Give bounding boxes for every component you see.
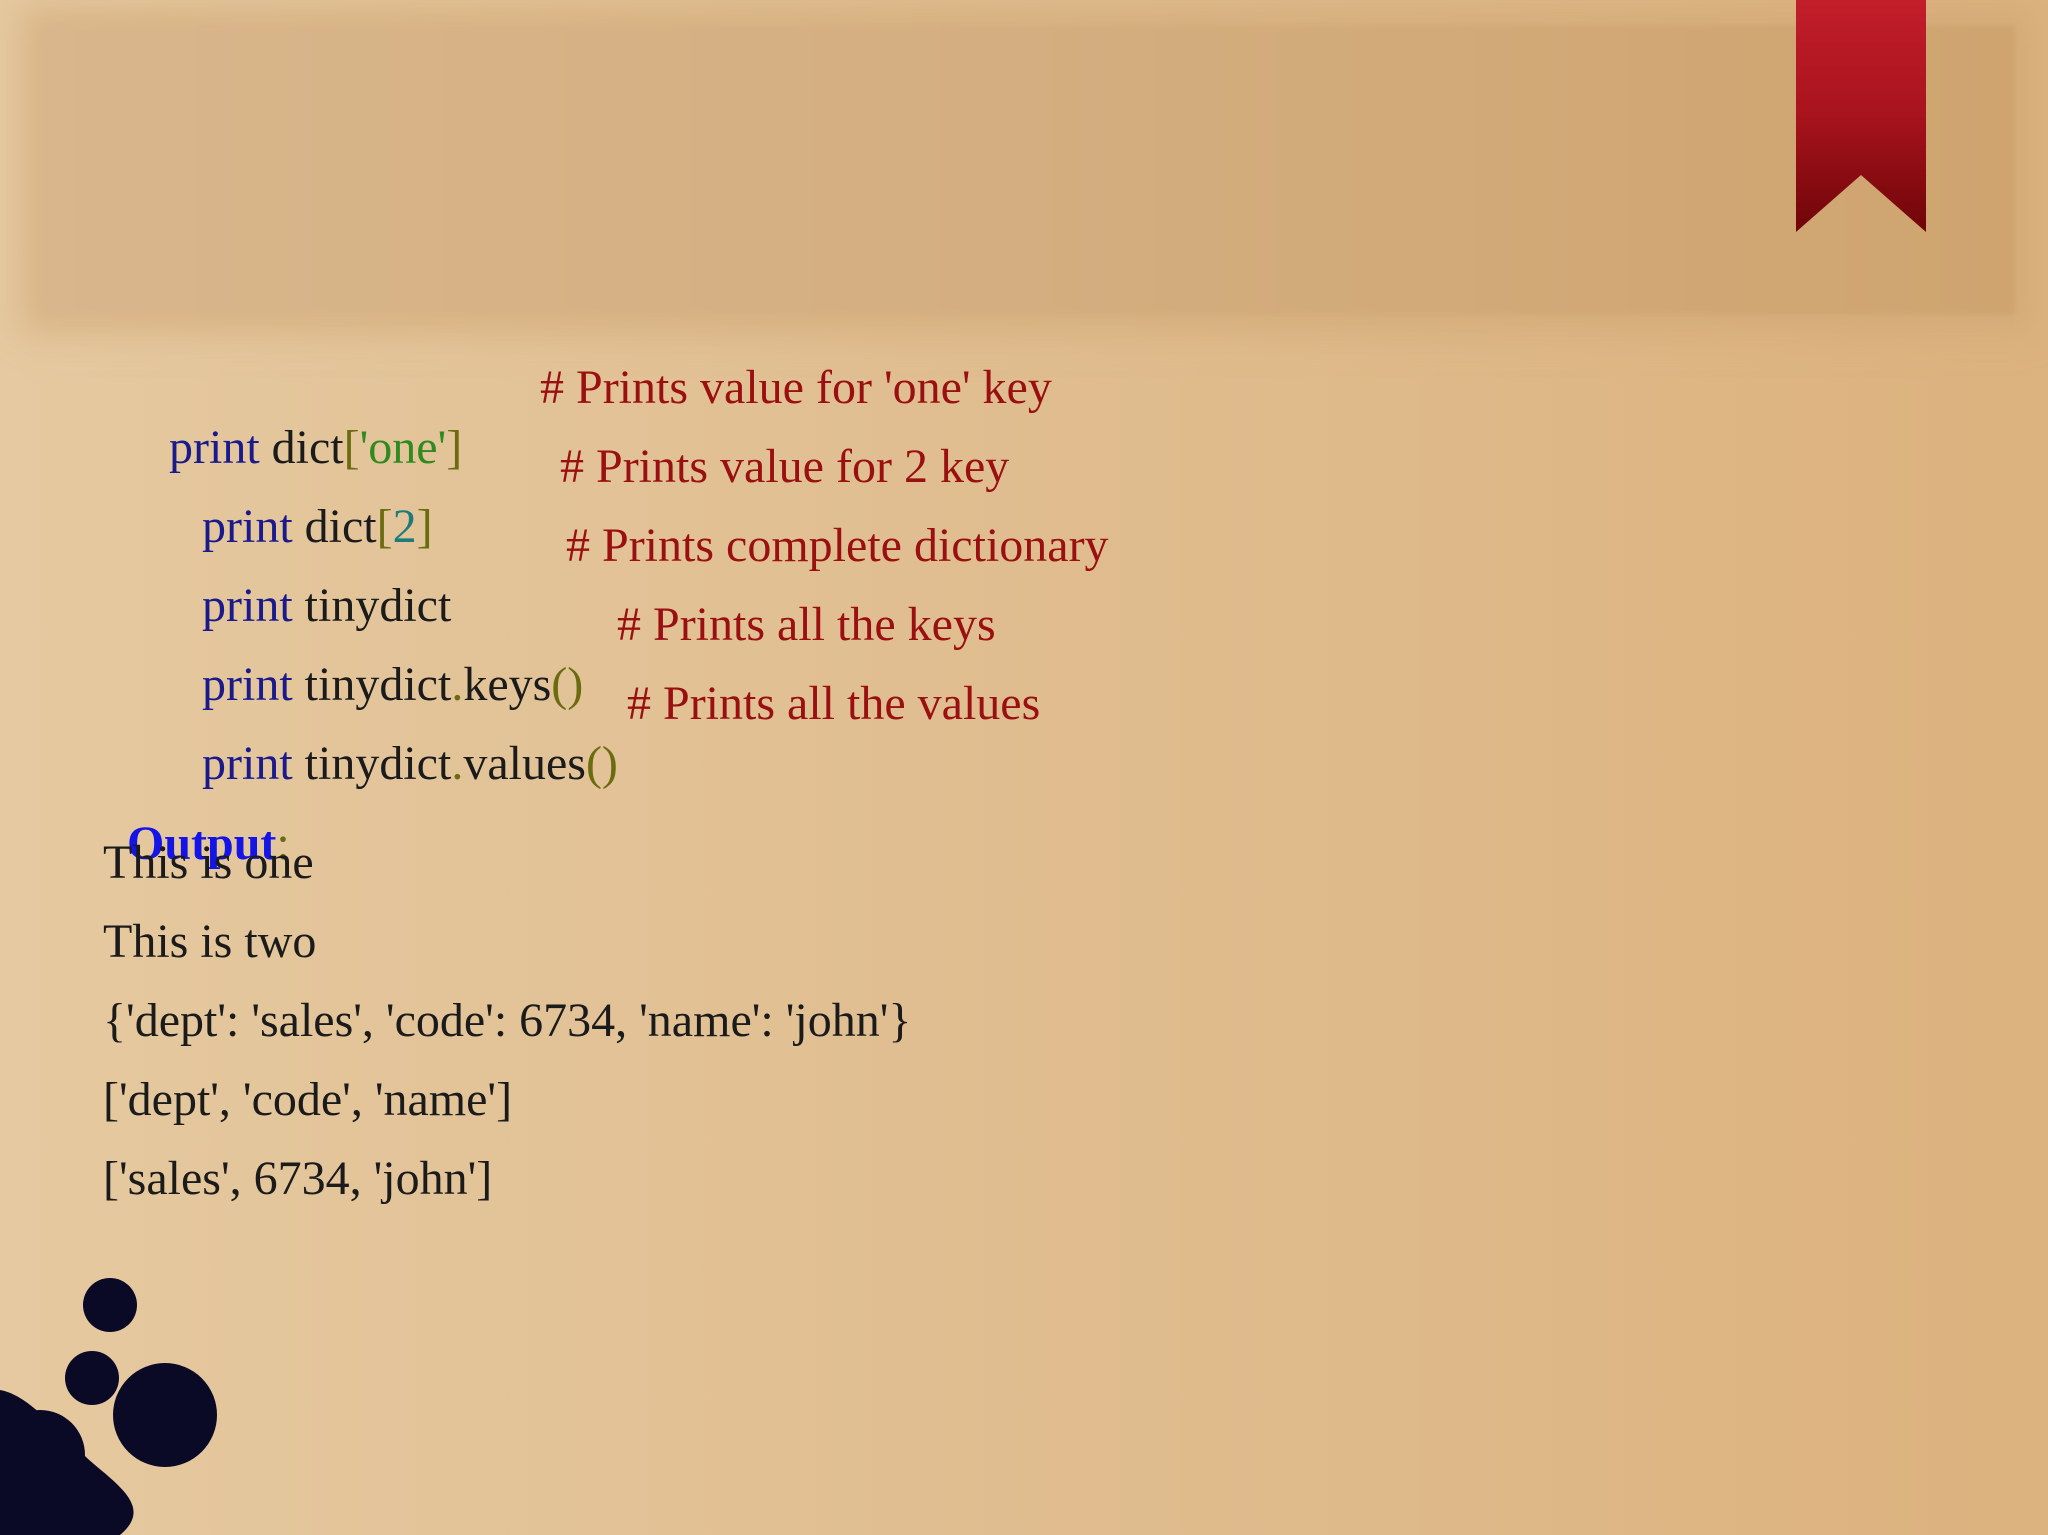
output-line-3: {'dept': 'sales', 'code': 6734, 'name': … bbox=[103, 994, 912, 1047]
dot: . bbox=[451, 737, 464, 790]
output-line-4: ['dept', 'code', 'name'] bbox=[103, 1073, 513, 1126]
code-comment-2: # Prints value for 2 key bbox=[560, 440, 1010, 493]
code-comment-4: # Prints all the keys bbox=[617, 598, 996, 651]
code-comment-1: # Prints value for 'one' key bbox=[540, 361, 1052, 414]
identifier: tinydict bbox=[304, 737, 452, 790]
method-name: values bbox=[463, 737, 586, 790]
code-comment-5: # Prints all the values bbox=[627, 677, 1041, 730]
code-comment-3: # Prints complete dictionary bbox=[566, 519, 1109, 572]
bracket: ] bbox=[446, 421, 463, 474]
output-line-5: ['sales', 6734, 'john'] bbox=[103, 1152, 493, 1205]
output-line-2: This is two bbox=[103, 915, 317, 968]
ink-splatter-icon bbox=[0, 1278, 217, 1535]
bookmark-ribbon-icon bbox=[1796, 0, 1926, 232]
output-line-1: This is one bbox=[103, 836, 314, 889]
parentheses: () bbox=[585, 737, 618, 790]
header-band bbox=[40, 25, 2015, 315]
